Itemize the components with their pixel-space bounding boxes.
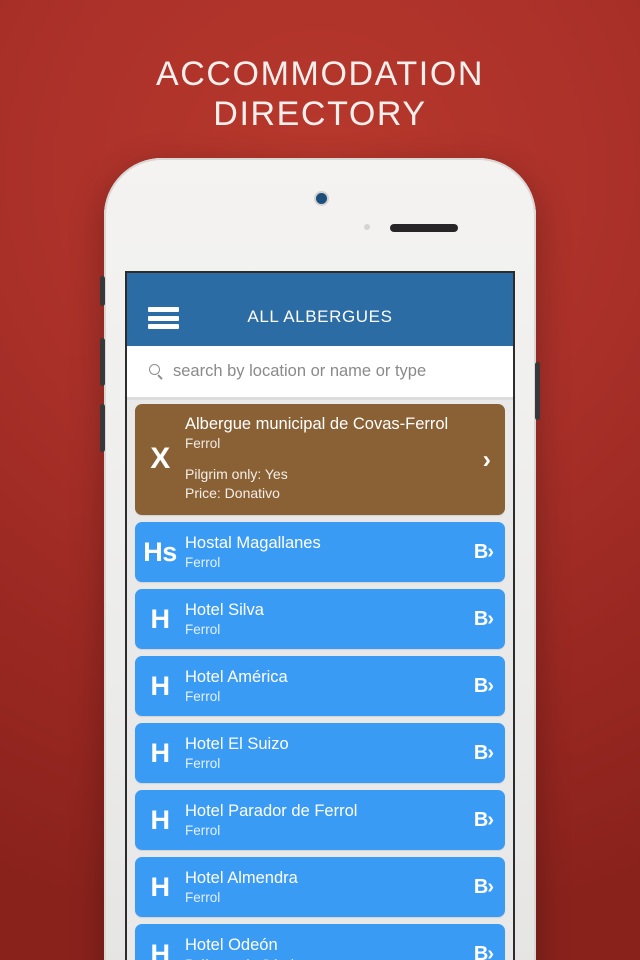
list-item-title: Hostal Magallanes <box>185 533 321 552</box>
app-header-bar: ALL ALBERGUES <box>127 273 513 346</box>
list-item[interactable]: Hs Hostal Magallanes Ferrol B› <box>135 522 505 582</box>
list-item-title: Hotel Parador de Ferrol <box>185 801 358 820</box>
list-item-price: Price: Donativo <box>185 485 280 501</box>
list-item-pilgrim-only: Pilgrim only: Yes <box>185 466 288 482</box>
list-item-location: Ferrol <box>185 554 221 570</box>
phone-silent-switch[interactable] <box>100 276 105 306</box>
list-item-location: Ferrol <box>185 621 221 637</box>
search-icon <box>149 364 164 380</box>
booking-chevron-icon[interactable]: B› <box>474 609 494 629</box>
list-item-body: Albergue municipal de Covas-Ferrol Ferrol… <box>185 414 471 503</box>
list-item[interactable]: H Hotel Silva Ferrol B› <box>135 589 505 649</box>
booking-chevron-icon[interactable]: B› <box>474 676 494 696</box>
list-item-title: Hotel Odeón <box>185 935 278 954</box>
list-item-body: Hotel El Suizo Ferrol <box>185 734 453 773</box>
list-item-body: Hotel Odeón Polígono da Gándara <box>185 935 453 960</box>
accommodation-list[interactable]: X Albergue municipal de Covas-Ferrol Ferro… <box>127 400 513 960</box>
front-camera-icon <box>316 193 327 204</box>
list-item-title: Hotel Silva <box>185 600 264 619</box>
booking-chevron-icon[interactable]: B› <box>474 810 494 830</box>
list-item-title: Albergue municipal de Covas-Ferrol <box>185 415 449 433</box>
list-item-type-badge: H <box>150 871 171 902</box>
page-title: ACCOMMODATION DIRECTORY <box>0 54 640 134</box>
earpiece-speaker <box>390 224 458 232</box>
phone-power-button[interactable] <box>535 362 540 420</box>
proximity-sensor-icon <box>364 224 370 230</box>
list-item[interactable]: H Hotel El Suizo Ferrol B› <box>135 723 505 783</box>
list-item-location: Ferrol <box>185 436 221 451</box>
list-item-body: Hotel América Ferrol <box>185 667 453 706</box>
list-item-details: Pilgrim only: Yes Price: Donativo <box>185 465 471 503</box>
search-input[interactable] <box>173 362 513 381</box>
list-item-location: Ferrol <box>185 688 221 704</box>
list-item-type-badge: X <box>150 441 170 475</box>
list-item-location: Ferrol <box>185 822 221 838</box>
list-item-body: Hotel Almendra Ferrol <box>185 868 453 907</box>
booking-chevron-icon[interactable]: B› <box>474 877 494 897</box>
booking-chevron-icon[interactable]: B› <box>474 542 494 562</box>
list-item-body: Hotel Silva Ferrol <box>185 600 453 639</box>
list-item-body: Hotel Parador de Ferrol Ferrol <box>185 801 453 840</box>
list-item-type-badge: H <box>150 603 171 634</box>
booking-chevron-icon[interactable]: B› <box>474 743 494 763</box>
list-item[interactable]: H Hotel Odeón Polígono da Gándara B› <box>135 924 505 960</box>
list-item[interactable]: X Albergue municipal de Covas-Ferrol Ferro… <box>135 404 505 515</box>
list-item-location: Ferrol <box>185 755 221 771</box>
phone-volume-up-button[interactable] <box>100 338 105 386</box>
list-item[interactable]: H Hotel Parador de Ferrol Ferrol B› <box>135 790 505 850</box>
app-title: ALL ALBERGUES <box>247 307 393 326</box>
page-title-line-1: ACCOMMODATION <box>155 55 485 93</box>
list-item-type-badge: H <box>150 737 171 768</box>
phone-volume-down-button[interactable] <box>100 404 105 452</box>
phone-mockup: ALL ALBERGUES X Albergue municipal de Cov… <box>100 158 540 960</box>
list-item-location: Ferrol <box>185 889 221 905</box>
search-bar[interactable] <box>127 346 513 400</box>
list-item-title: Hotel El Suizo <box>185 734 289 753</box>
list-item-type-badge: H <box>150 938 171 960</box>
list-item-title: Hotel América <box>185 667 288 686</box>
list-item-location: Polígono da Gándara <box>185 956 453 960</box>
list-item-type-badge: H <box>150 804 171 835</box>
booking-chevron-icon[interactable]: B› <box>474 944 494 960</box>
list-item-type-badge: H <box>150 670 171 701</box>
list-item[interactable]: H Hotel América Ferrol B› <box>135 656 505 716</box>
phone-screen: ALL ALBERGUES X Albergue municipal de Cov… <box>125 271 515 960</box>
list-item-type-badge: Hs <box>143 536 177 567</box>
list-item[interactable]: H Hotel Almendra Ferrol B› <box>135 857 505 917</box>
list-item-title: Hotel Almendra <box>185 868 298 887</box>
page-title-line-2: DIRECTORY <box>213 95 427 133</box>
chevron-right-icon[interactable]: › <box>483 447 491 472</box>
list-item-body: Hostal Magallanes Ferrol <box>185 533 453 572</box>
